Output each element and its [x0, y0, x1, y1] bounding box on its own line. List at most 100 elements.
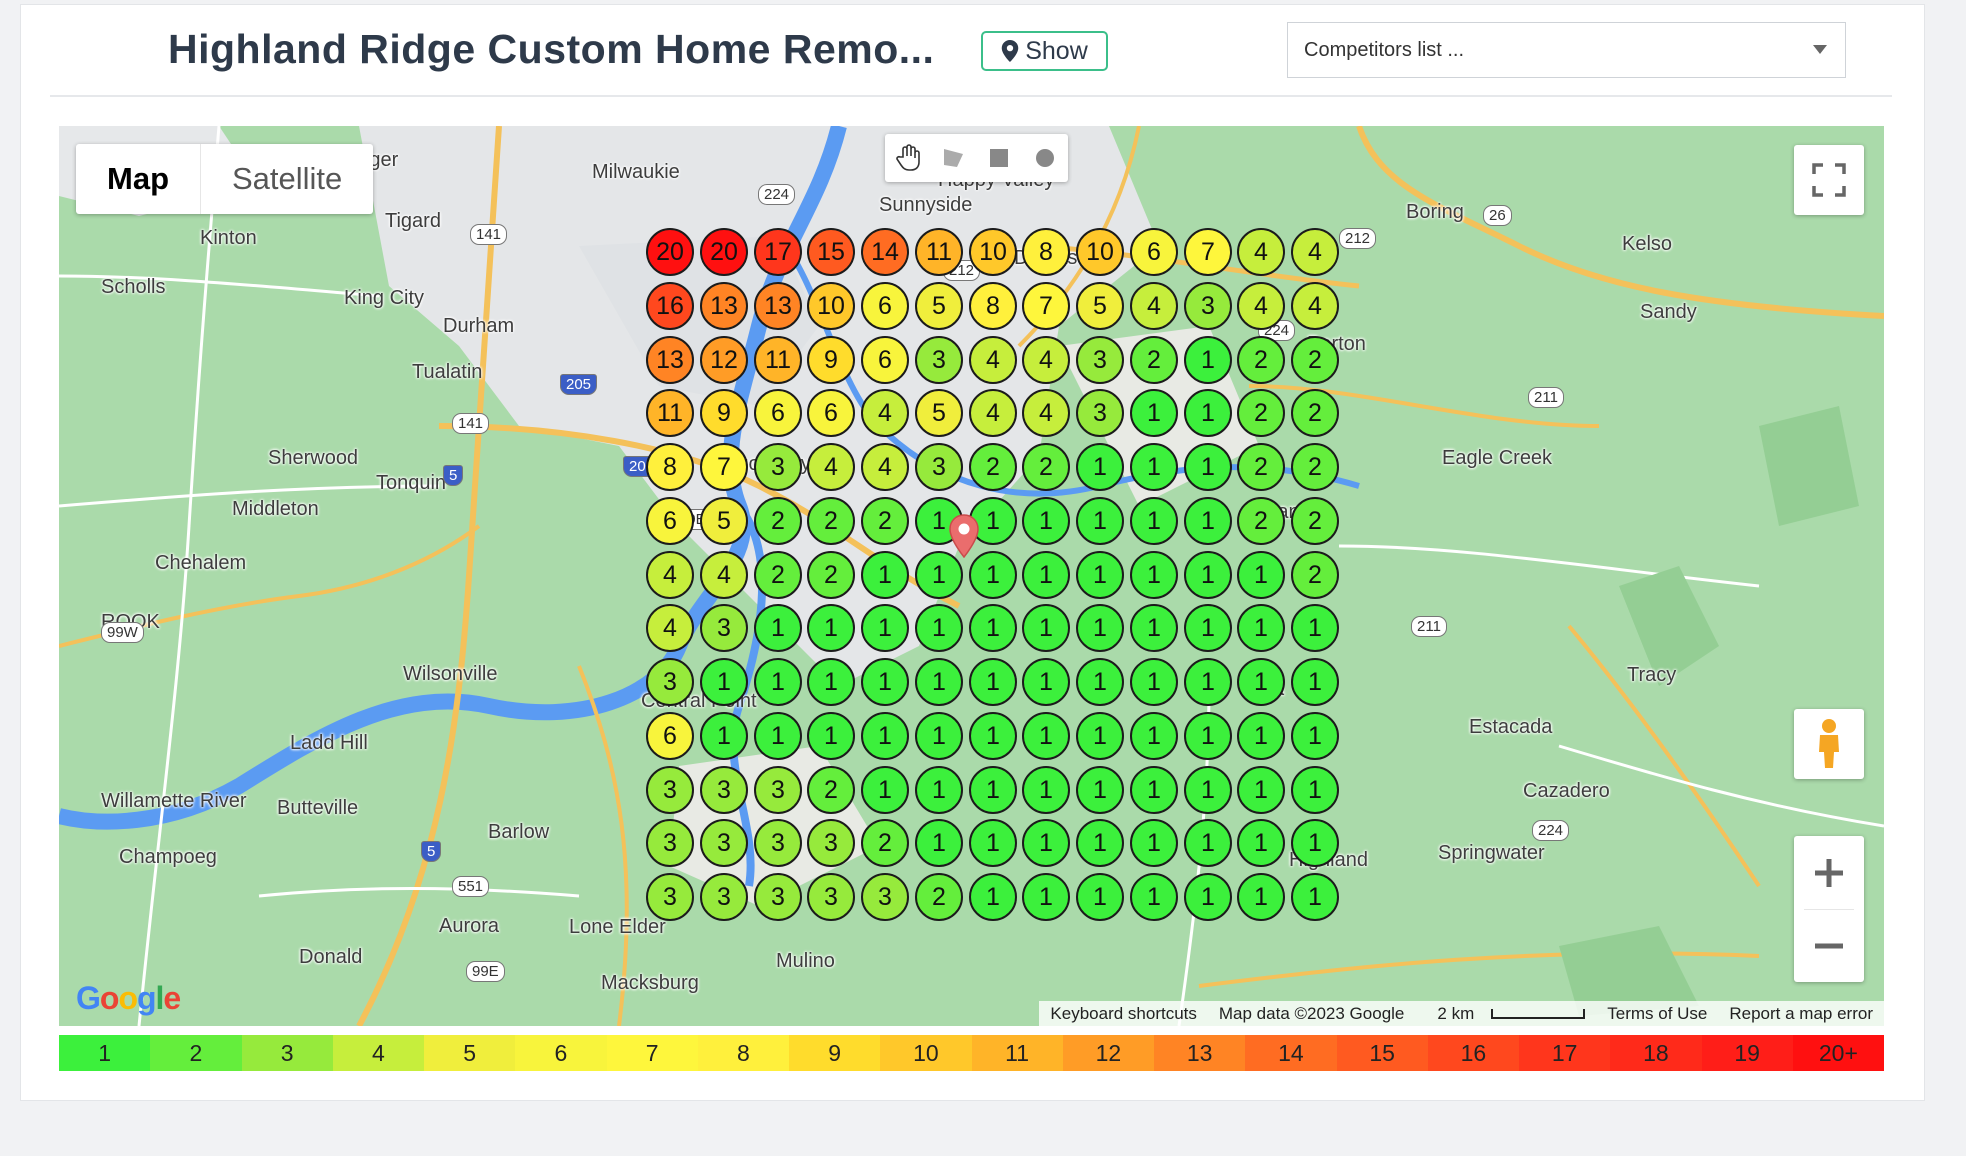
rank-marker[interactable]: 2 — [1237, 497, 1285, 545]
rank-marker[interactable]: 4 — [646, 551, 694, 599]
rank-marker[interactable]: 1 — [1076, 766, 1124, 814]
rank-marker[interactable]: 8 — [969, 282, 1017, 330]
rank-marker[interactable]: 10 — [1076, 228, 1124, 276]
rank-marker[interactable]: 1 — [1022, 819, 1070, 867]
rank-marker[interactable]: 4 — [1022, 389, 1070, 437]
report-map-error-link[interactable]: Report a map error — [1718, 1004, 1884, 1024]
rank-marker[interactable]: 3 — [1184, 282, 1232, 330]
rank-marker[interactable]: 3 — [646, 658, 694, 706]
rank-marker[interactable]: 3 — [754, 819, 802, 867]
rank-marker[interactable]: 3 — [646, 819, 694, 867]
rank-marker[interactable]: 4 — [969, 389, 1017, 437]
rank-marker[interactable]: 1 — [1022, 766, 1070, 814]
rank-marker[interactable]: 8 — [646, 443, 694, 491]
rank-marker[interactable]: 3 — [915, 443, 963, 491]
rank-marker[interactable]: 4 — [1237, 282, 1285, 330]
rank-marker[interactable]: 1 — [969, 766, 1017, 814]
rank-marker[interactable]: 1 — [1130, 389, 1178, 437]
street-view-button[interactable] — [1794, 709, 1864, 779]
rank-marker[interactable]: 2 — [1291, 551, 1339, 599]
rank-marker[interactable]: 5 — [1076, 282, 1124, 330]
rank-marker[interactable]: 2 — [1291, 389, 1339, 437]
rank-marker[interactable]: 1 — [969, 604, 1017, 652]
rank-marker[interactable]: 1 — [1184, 819, 1232, 867]
rank-marker[interactable]: 2 — [1237, 336, 1285, 384]
rank-marker[interactable]: 3 — [646, 766, 694, 814]
rank-marker[interactable]: 11 — [646, 389, 694, 437]
rank-marker[interactable]: 1 — [1237, 766, 1285, 814]
rank-marker[interactable]: 1 — [1291, 819, 1339, 867]
rank-marker[interactable]: 1 — [700, 712, 748, 760]
rank-marker[interactable]: 1 — [1237, 604, 1285, 652]
rank-marker[interactable]: 1 — [1291, 766, 1339, 814]
rank-marker[interactable]: 1 — [1184, 658, 1232, 706]
rank-marker[interactable]: 1 — [1184, 551, 1232, 599]
rank-marker[interactable]: 2 — [915, 873, 963, 921]
rank-marker[interactable]: 1 — [1022, 551, 1070, 599]
rank-marker[interactable]: 4 — [807, 443, 855, 491]
rank-marker[interactable]: 16 — [646, 282, 694, 330]
rank-marker[interactable]: 4 — [646, 604, 694, 652]
rank-marker[interactable]: 6 — [861, 336, 909, 384]
rank-marker[interactable]: 1 — [969, 551, 1017, 599]
rank-marker[interactable]: 1 — [1130, 604, 1178, 652]
rank-marker[interactable]: 3 — [700, 819, 748, 867]
rank-marker[interactable]: 6 — [807, 389, 855, 437]
rank-marker[interactable]: 1 — [1076, 658, 1124, 706]
rank-marker[interactable]: 3 — [700, 604, 748, 652]
hand-pan-icon[interactable] — [892, 142, 924, 174]
rank-marker[interactable]: 2 — [1237, 389, 1285, 437]
rank-marker[interactable]: 1 — [1130, 658, 1178, 706]
rank-marker[interactable]: 1 — [1076, 819, 1124, 867]
rank-marker[interactable]: 4 — [700, 551, 748, 599]
rank-marker[interactable]: 4 — [861, 443, 909, 491]
rank-marker[interactable]: 4 — [861, 389, 909, 437]
rank-marker[interactable]: 1 — [1076, 712, 1124, 760]
rank-marker[interactable]: 5 — [915, 282, 963, 330]
rank-marker[interactable]: 1 — [754, 604, 802, 652]
map-type-satellite-button[interactable]: Satellite — [201, 144, 373, 214]
rank-marker[interactable]: 1 — [1184, 389, 1232, 437]
rank-marker[interactable]: 1 — [1076, 604, 1124, 652]
rank-marker[interactable]: 1 — [1130, 819, 1178, 867]
rank-marker[interactable]: 2 — [754, 497, 802, 545]
rank-marker[interactable]: 1 — [807, 712, 855, 760]
rank-marker[interactable]: 3 — [861, 873, 909, 921]
map-view[interactable]: MetzgerMilwaukieHappy ValleySunnysideBor… — [59, 126, 1884, 1026]
rank-marker[interactable]: 1 — [915, 604, 963, 652]
rank-marker[interactable]: 1 — [1291, 604, 1339, 652]
rank-marker[interactable]: 1 — [915, 551, 963, 599]
rank-marker[interactable]: 2 — [754, 551, 802, 599]
rank-marker[interactable]: 1 — [807, 658, 855, 706]
rank-marker[interactable]: 1 — [1237, 658, 1285, 706]
rank-marker[interactable]: 1 — [1022, 497, 1070, 545]
rank-marker[interactable]: 1 — [1130, 712, 1178, 760]
rank-marker[interactable]: 2 — [1291, 336, 1339, 384]
rank-marker[interactable]: 1 — [1130, 551, 1178, 599]
rank-marker[interactable]: 3 — [754, 443, 802, 491]
rank-marker[interactable]: 6 — [646, 712, 694, 760]
rank-marker[interactable]: 15 — [807, 228, 855, 276]
draw-circle-icon[interactable] — [1029, 142, 1061, 174]
rank-marker[interactable]: 7 — [700, 443, 748, 491]
rank-marker[interactable]: 3 — [646, 873, 694, 921]
rank-marker[interactable]: 12 — [700, 336, 748, 384]
rank-marker[interactable]: 1 — [1184, 712, 1232, 760]
rank-marker[interactable]: 1 — [1237, 551, 1285, 599]
rank-marker[interactable]: 1 — [1237, 712, 1285, 760]
rank-marker[interactable]: 1 — [915, 658, 963, 706]
rank-marker[interactable]: 1 — [915, 766, 963, 814]
terms-of-use-link[interactable]: Terms of Use — [1596, 1004, 1718, 1024]
rank-marker[interactable]: 3 — [915, 336, 963, 384]
rank-marker[interactable]: 1 — [1291, 712, 1339, 760]
rank-marker[interactable]: 2 — [1022, 443, 1070, 491]
rank-marker[interactable]: 6 — [861, 282, 909, 330]
rank-marker[interactable]: 1 — [754, 712, 802, 760]
rank-marker[interactable]: 9 — [700, 389, 748, 437]
rank-marker[interactable]: 6 — [1130, 228, 1178, 276]
rank-marker[interactable]: 3 — [754, 873, 802, 921]
rank-marker[interactable]: 2 — [807, 551, 855, 599]
rank-marker[interactable]: 4 — [1237, 228, 1285, 276]
rank-marker[interactable]: 8 — [1022, 228, 1070, 276]
rank-marker[interactable]: 1 — [1291, 873, 1339, 921]
